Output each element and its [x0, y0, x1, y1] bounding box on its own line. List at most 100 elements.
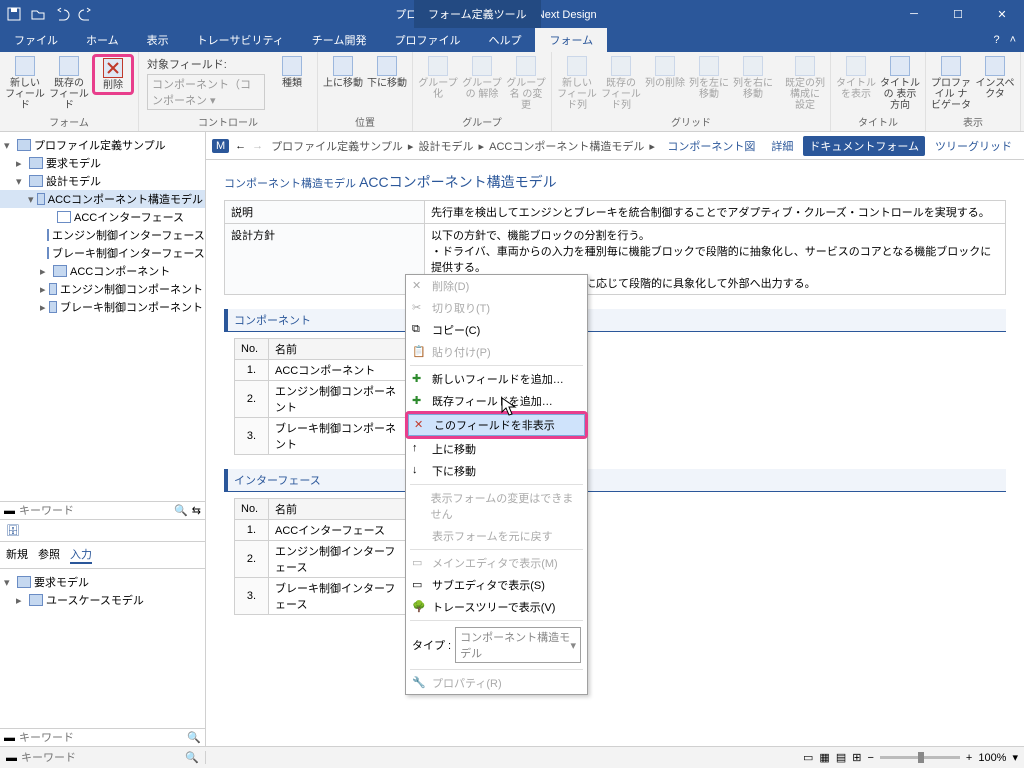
lower-tabs: 新規 参照 入力 [0, 541, 205, 568]
search-icon[interactable]: 🔍 [187, 731, 201, 744]
view-component[interactable]: コンポーネント図 [661, 136, 761, 156]
ctx-hide-field[interactable]: ✕このフィールドを非表示 [408, 414, 585, 436]
lower-tree[interactable]: ▾要求モデル ▸ユースケースモデル [0, 568, 205, 728]
lower-search[interactable]: ▬ 🔍 [0, 728, 205, 746]
ctx-paste: 📋貼り付け(P) [406, 341, 587, 363]
document-bar: M ← → プロファイル定義サンプル ▸ 設計モデル ▸ ACCコンポーネント構… [206, 132, 1024, 160]
nav-back-icon[interactable]: ← [235, 140, 246, 152]
save-icon[interactable] [6, 6, 22, 22]
kind-button[interactable]: 種類 [271, 54, 313, 89]
left-pane: ▾プロファイル定義サンプル ▸要求モデル ▾設計モデル ▾ACCコンポーネント構… [0, 132, 206, 746]
ctx-type-select[interactable]: コンポーネント構造モデル▾ [455, 627, 581, 663]
tab-new[interactable]: 新規 [6, 546, 28, 564]
collapse-ribbon-icon[interactable]: ˄ [1010, 34, 1016, 46]
meta-table: 説明先行車を検出してエンジンとブレーキを統合制御することでアダプティブ・クルーズ… [224, 200, 1006, 295]
minimize-button[interactable]: ─ [892, 0, 936, 28]
view-treegrid[interactable]: ツリーグリッド [929, 136, 1018, 156]
tree-item-selected[interactable]: ▾ACCコンポーネント構造モデル [0, 190, 205, 208]
close-button[interactable]: ✕ [980, 0, 1024, 28]
ctx-move-down[interactable]: ↓下に移動 [406, 460, 587, 482]
tab-file[interactable]: ファイル [0, 28, 72, 52]
ctx-move-up[interactable]: ↑上に移動 [406, 438, 587, 460]
menu-bar: ファイル ホーム 表示 トレーサビリティ チーム開発 プロファイル ヘルプ フォ… [0, 28, 1024, 52]
target-field-combo[interactable]: コンポーネント（コンポーネン ▾ [147, 74, 265, 110]
search-icon[interactable]: 🔍 [185, 751, 199, 764]
help-icon[interactable]: ? [993, 34, 999, 46]
model-tree[interactable]: ▾プロファイル定義サンプル ▸要求モデル ▾設計モデル ▾ACCコンポーネント構… [0, 132, 205, 501]
ctx-cut: ✂切り取り(T) [406, 297, 587, 319]
view-mode-icon[interactable]: ⊞ [852, 751, 861, 764]
interface-grid[interactable]: No.名前 1.ACCインターフェース 2.エンジン制御インターフェース 3.ブ… [234, 498, 409, 615]
tab-view[interactable]: 表示 [133, 28, 183, 52]
view-mode-icon[interactable]: ▤ [836, 751, 846, 764]
filter-icon[interactable]: ▬ [6, 752, 17, 764]
move-up-button[interactable]: 上に移動 [322, 54, 364, 89]
zoom-slider[interactable] [880, 756, 960, 759]
zoom-control[interactable]: − + 100% ▾ [867, 751, 1018, 764]
view-mode-icon[interactable]: ▦ [819, 751, 829, 764]
open-icon[interactable] [30, 6, 46, 22]
folder-icon [29, 157, 43, 169]
profile-nav-button[interactable]: プロファイル ナビゲータ [930, 54, 972, 111]
exist-col-button: 既存の フィールド列 [600, 54, 642, 111]
tab-ref[interactable]: 参照 [38, 546, 60, 564]
zoom-menu-icon[interactable]: ▾ [1012, 751, 1018, 764]
existing-field-button[interactable]: 既存の フィールド [48, 54, 90, 111]
ctx-copy[interactable]: ⧉コピー(C) [406, 319, 587, 341]
status-bar: ▬ 🔍 ▭ ▦ ▤ ⊞ − + 100% ▾ [0, 746, 1024, 768]
tab-home[interactable]: ホーム [72, 28, 133, 52]
lower-search-input[interactable] [19, 732, 183, 744]
view-mode-icon[interactable]: ▭ [803, 751, 813, 764]
new-field-button[interactable]: 新しい フィールド [4, 54, 46, 111]
ctx-add-new[interactable]: ✚新しいフィールドを追加… [406, 368, 587, 390]
section-interface[interactable]: インターフェース [224, 469, 1006, 492]
title-dir-button[interactable]: タイトルの 表示方向 [879, 54, 921, 111]
tab-form[interactable]: フォーム [535, 28, 607, 52]
tab-trace[interactable]: トレーサビリティ [183, 28, 298, 52]
breadcrumb[interactable]: プロファイル定義サンプル ▸ 設計モデル ▸ ACCコンポーネント構造モデル ▸ [269, 138, 655, 154]
status-search[interactable]: ▬ 🔍 [6, 751, 206, 764]
group-button: グループ化 [417, 54, 459, 100]
folder-icon [17, 576, 31, 588]
project-icon [17, 139, 31, 151]
ctx-trace-tree[interactable]: 🌳トレースツリーで表示(V) [406, 596, 587, 618]
move-down-button[interactable]: 下に移動 [366, 54, 408, 89]
zoom-in-icon[interactable]: + [966, 752, 972, 764]
chevron-down-icon: ▾ [570, 639, 576, 652]
undo-icon[interactable] [54, 6, 70, 22]
maximize-button[interactable]: ☐ [936, 0, 980, 28]
ctx-delete: ✕削除(D) [406, 275, 587, 297]
component-grid[interactable]: No.名前 1.ACCコンポーネント 2.エンジン制御コンポーネント 3.ブレー… [234, 338, 409, 455]
tree-icon: 🌳 [412, 600, 426, 614]
zoom-out-icon[interactable]: − [867, 752, 873, 764]
tree-search[interactable]: ▬ 🔍 ⇆ [0, 501, 205, 519]
section-component[interactable]: コンポーネント [224, 309, 1006, 332]
inspector-button[interactable]: インスペクタ [974, 54, 1016, 100]
delete-field-button[interactable]: 削除 [92, 54, 134, 95]
ctx-add-exist[interactable]: ✚既存フィールドを追加… [406, 390, 587, 412]
window-icon: ▭ [412, 556, 426, 570]
context-menu: ✕削除(D) ✂切り取り(T) ⧉コピー(C) 📋貼り付け(P) ✚新しいフィー… [405, 274, 588, 695]
model-badge-icon: M [212, 139, 229, 153]
status-search-input[interactable] [21, 752, 181, 764]
view-docform[interactable]: ドキュメントフォーム [803, 136, 925, 156]
db-icon[interactable]: 🗄 [6, 524, 20, 537]
ctx-type: タイプ : コンポーネント構造モデル▾ [406, 623, 587, 667]
search-options-icon[interactable]: ⇆ [192, 504, 201, 517]
search-icon[interactable]: 🔍 [174, 504, 188, 517]
tab-team[interactable]: チーム開発 [298, 28, 381, 52]
ctx-sub-editor[interactable]: ▭サブエディタで表示(S) [406, 574, 587, 596]
zoom-value: 100% [978, 752, 1006, 764]
tab-input[interactable]: 入力 [70, 546, 92, 564]
tab-help[interactable]: ヘルプ [474, 28, 535, 52]
filter-icon[interactable]: ▬ [4, 732, 15, 744]
nav-fwd-icon[interactable]: → [252, 140, 263, 152]
contextual-tab: フォーム定義ツール [414, 0, 541, 28]
view-detail[interactable]: 詳細 [765, 136, 799, 156]
redo-icon[interactable] [78, 6, 94, 22]
filter-icon[interactable]: ▬ [4, 505, 15, 517]
tab-profile[interactable]: プロファイル [380, 28, 474, 52]
target-field: 対象フィールド: コンポーネント（コンポーネン ▾ [143, 54, 269, 112]
del-col-button: 列の削除 [644, 54, 686, 89]
tree-search-input[interactable] [19, 505, 170, 517]
